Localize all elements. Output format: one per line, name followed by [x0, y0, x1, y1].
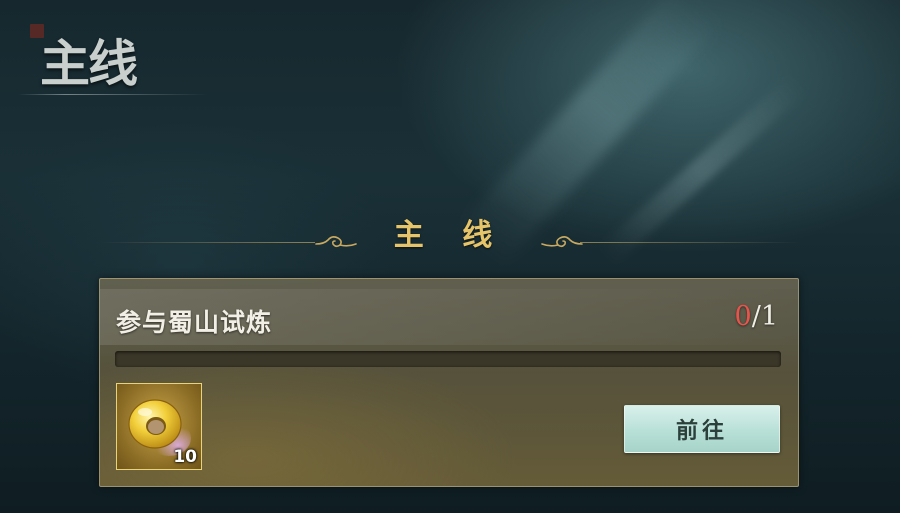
quest-progress-bar: [115, 351, 781, 367]
section-title: 主 线: [393, 218, 507, 253]
header-divider: [18, 94, 208, 95]
page-header: 主线: [18, 18, 218, 98]
cloud-ornament-left-icon: [315, 236, 357, 248]
quest-progress-text: 0/1: [735, 301, 778, 332]
section-divider-left: [100, 242, 315, 243]
page-title: 主线: [40, 34, 138, 93]
progress-total: 1: [760, 301, 778, 332]
go-button-label: 前往: [675, 418, 728, 444]
cloud-ornament-right-icon: [541, 236, 583, 248]
reward-count: 10: [173, 447, 197, 467]
quest-name: 参与蜀山试炼: [116, 308, 273, 337]
progress-separator: /: [751, 301, 761, 332]
section-divider-right: [580, 242, 800, 243]
go-button[interactable]: 前往: [624, 405, 780, 453]
progress-current: 0: [734, 301, 752, 332]
reward-item[interactable]: 10: [116, 383, 202, 470]
quest-card: 参与蜀山试炼 0/1 10 前往: [99, 278, 799, 487]
